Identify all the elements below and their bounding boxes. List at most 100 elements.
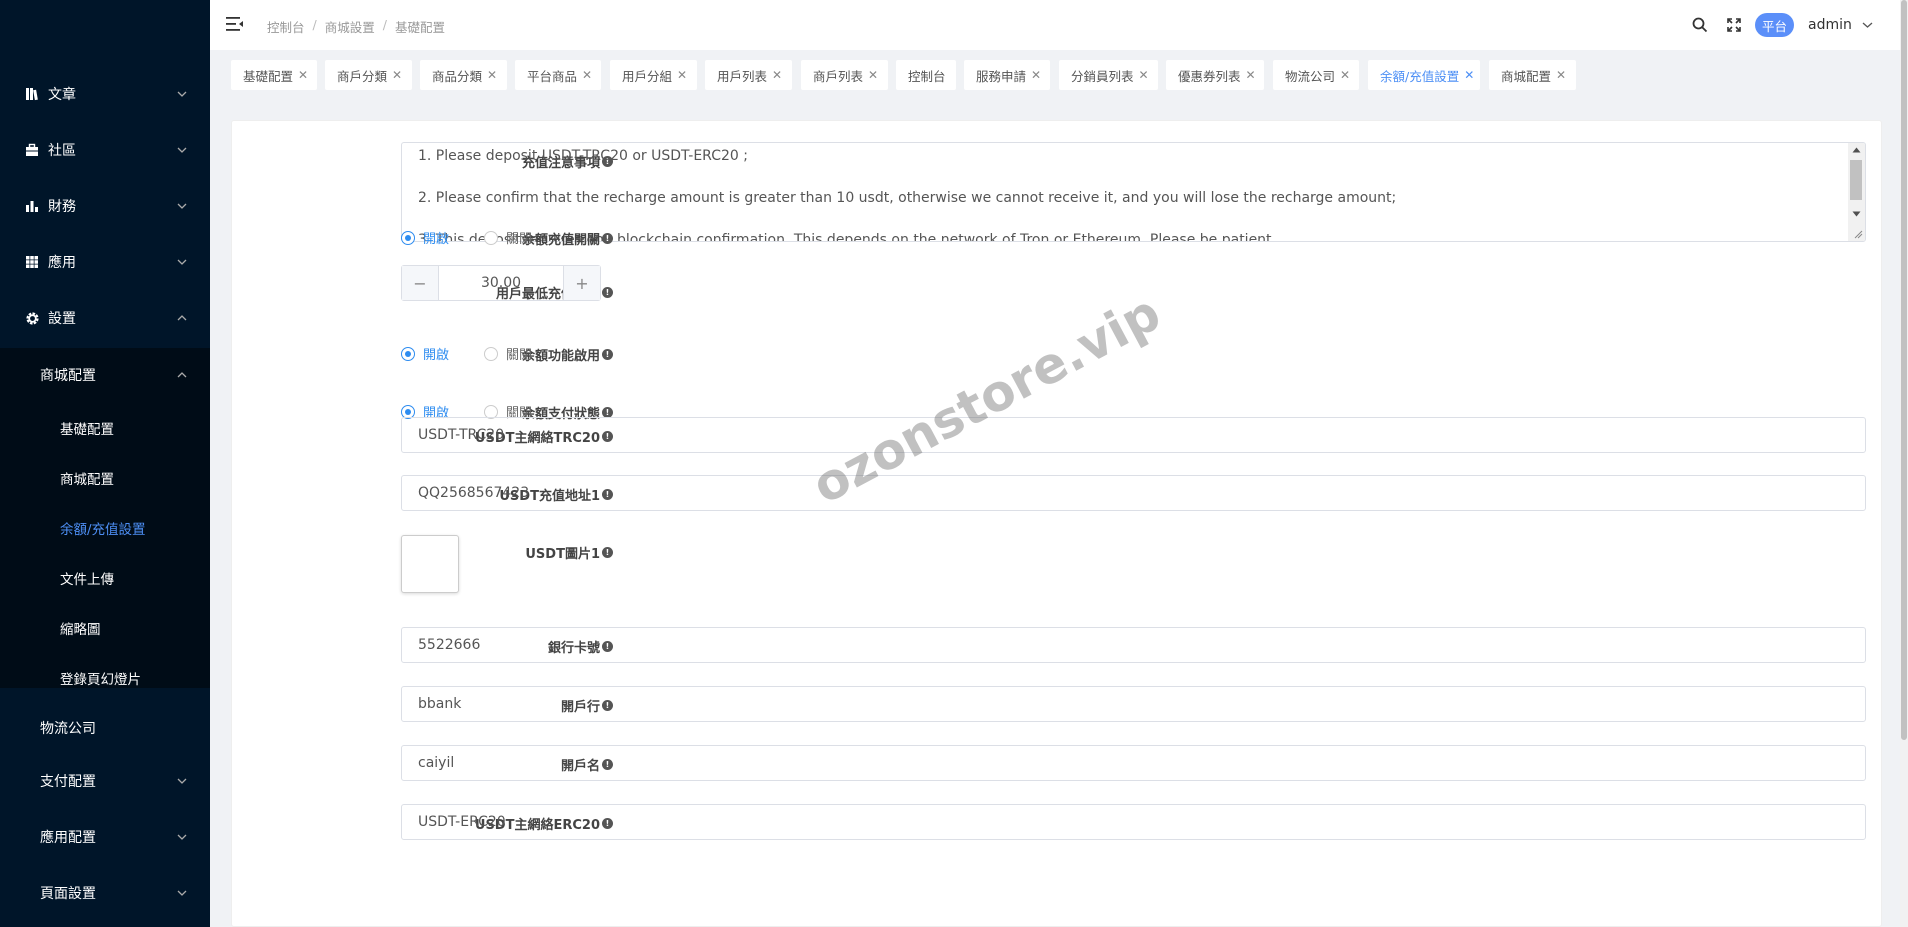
sidebar-item-balance-recharge[interactable]: 余額/充值設置 <box>0 508 210 548</box>
close-icon[interactable]: ✕ <box>677 68 687 82</box>
sidebar-item-settings[interactable]: 設置 <box>0 298 210 338</box>
help-icon[interactable]: ! <box>602 287 613 298</box>
tab-label: 分銷員列表 <box>1071 68 1134 84</box>
sidebar-item-label: 應用配置 <box>40 830 96 846</box>
account-name-input[interactable]: caiyil <box>401 745 1866 781</box>
tab-label: 控制台 <box>908 68 946 84</box>
sidebar-item-logistics[interactable]: 物流公司 <box>0 708 210 748</box>
textarea-line: 2. Please confirm that the recharge amou… <box>418 190 1397 206</box>
sidebar-item-finance[interactable]: 財務 <box>0 186 210 226</box>
chevron-down-icon <box>177 834 187 840</box>
chevron-down-icon[interactable] <box>1862 21 1873 29</box>
radio-enable[interactable]: 開啟 <box>401 344 449 363</box>
close-icon[interactable]: ✕ <box>772 68 782 82</box>
increment-button[interactable]: + <box>564 266 600 300</box>
radio-enable[interactable]: 開啟 <box>401 228 449 247</box>
sidebar-item-label: 文件上傳 <box>60 572 114 588</box>
close-icon[interactable]: ✕ <box>487 68 497 82</box>
close-icon[interactable]: ✕ <box>1464 68 1474 82</box>
quantity-stepper[interactable]: − 30.00 + <box>401 265 601 301</box>
chevron-down-icon <box>177 259 187 265</box>
search-icon[interactable] <box>1692 17 1708 33</box>
image-upload-box[interactable] <box>401 535 459 593</box>
radio-disable[interactable]: 關閉 <box>484 344 532 363</box>
close-icon[interactable]: ✕ <box>1340 68 1350 82</box>
top-header: 控制台 / 商城設置 / 基礎配置 平台 admin <box>210 0 1908 50</box>
radio-disable[interactable]: 關閉 <box>484 228 532 247</box>
scroll-up-icon[interactable] <box>1852 147 1861 153</box>
scrollbar-thumb[interactable] <box>1901 0 1907 740</box>
close-icon[interactable]: ✕ <box>1556 68 1566 82</box>
sidebar-item-thumbnail[interactable]: 縮略圖 <box>0 608 210 648</box>
breadcrumb-item[interactable]: 控制台 <box>267 17 305 36</box>
help-icon[interactable]: ! <box>602 233 613 244</box>
help-icon[interactable]: ! <box>602 547 613 558</box>
sidebar-item-label: 縮略圖 <box>60 622 101 638</box>
breadcrumb-separator: / <box>382 17 387 32</box>
sidebar-item-label: 物流公司 <box>40 721 96 737</box>
close-icon[interactable]: ✕ <box>868 68 878 82</box>
page-scrollbar[interactable] <box>1900 0 1908 927</box>
trc20-input[interactable]: USDT-TRC20 <box>401 417 1866 453</box>
chevron-down-icon <box>177 203 187 209</box>
tab-user-groups[interactable]: 用戶分組 ✕ <box>610 60 697 90</box>
resize-handle-icon[interactable] <box>1853 229 1863 239</box>
close-icon[interactable]: ✕ <box>1139 68 1149 82</box>
close-icon[interactable]: ✕ <box>392 68 402 82</box>
help-icon[interactable]: ! <box>602 349 613 360</box>
platform-badge: 平台 <box>1755 13 1794 37</box>
tab-user-list[interactable]: 用戶列表 ✕ <box>705 60 792 90</box>
close-icon[interactable]: ✕ <box>1031 68 1041 82</box>
scroll-down-icon[interactable] <box>1852 211 1861 217</box>
tab-label: 用戶分組 <box>622 68 673 84</box>
close-icon[interactable]: ✕ <box>298 68 308 82</box>
erc20-input[interactable]: USDT-ERC20 <box>401 804 1866 840</box>
address1-input[interactable]: QQ2568567423 <box>401 475 1866 511</box>
sidebar-item-app-config[interactable]: 應用配置 <box>0 817 210 857</box>
tab-coupon-list[interactable]: 優惠券列表 ✕ <box>1166 60 1264 90</box>
sidebar-item-apps[interactable]: 應用 <box>0 242 210 282</box>
user-name[interactable]: admin <box>1808 17 1852 33</box>
bank-card-input[interactable]: 5522666 <box>401 627 1866 663</box>
tab-basic-config[interactable]: 基礎配置 ✕ <box>231 60 317 90</box>
bank-input[interactable]: bbank <box>401 686 1866 722</box>
sidebar-item-login-slides[interactable]: 登錄頁幻燈片 <box>0 658 210 698</box>
sidebar-item-store-config[interactable]: 商城配置 <box>0 458 210 498</box>
sidebar-item-page-settings[interactable]: 頁面設置 <box>0 873 210 913</box>
tab-logistics[interactable]: 物流公司 ✕ <box>1273 60 1359 90</box>
menu-fold-icon[interactable] <box>226 16 244 32</box>
sidebar-item-community[interactable]: 社區 <box>0 130 210 170</box>
tab-label: 商品分類 <box>432 68 483 84</box>
sidebar: 文章 社區 財務 應用 設置 商城配置 基礎配置 商城配置 余額/充值設置 文件… <box>0 0 210 927</box>
breadcrumb-item[interactable]: 商城設置 <box>325 17 375 36</box>
tab-product-category[interactable]: 商品分類 ✕ <box>420 60 507 90</box>
breadcrumb-item: 基礎配置 <box>394 20 445 35</box>
field-label: 余額充值開關! <box>522 229 613 248</box>
tab-merchant-list[interactable]: 商戶列表 ✕ <box>801 60 888 90</box>
decrement-button[interactable]: − <box>402 266 438 300</box>
tab-balance-recharge[interactable]: 余額/充值設置 ✕ <box>1368 60 1480 90</box>
sidebar-item-file-upload[interactable]: 文件上傳 <box>0 558 210 598</box>
tab-store-config[interactable]: 商城配置 ✕ <box>1489 60 1576 90</box>
sidebar-item-payment-config[interactable]: 支付配置 <box>0 761 210 801</box>
textarea-scrollbar[interactable] <box>1848 143 1865 241</box>
sidebar-item-article[interactable]: 文章 <box>0 74 210 114</box>
sidebar-item-label: 頁面設置 <box>40 886 96 902</box>
sidebar-item-label: 商城配置 <box>60 472 114 488</box>
tab-platform-products[interactable]: 平台商品 ✕ <box>515 60 601 90</box>
sidebar-item-label: 設置 <box>48 311 76 327</box>
scrollbar-thumb[interactable] <box>1850 160 1862 200</box>
tab-label: 物流公司 <box>1285 68 1336 84</box>
amount-value[interactable]: 30.00 <box>438 266 564 300</box>
tab-distributor-list[interactable]: 分銷員列表 ✕ <box>1059 60 1158 90</box>
fullscreen-icon[interactable] <box>1727 18 1741 32</box>
notice-textarea[interactable]: 1. Please deposit USDT-TRC20 or USDT-ERC… <box>401 142 1866 242</box>
close-icon[interactable]: ✕ <box>1246 68 1256 82</box>
sidebar-item-mall-config[interactable]: 商城配置 <box>0 355 210 395</box>
tab-merchant-category[interactable]: 商戶分類 ✕ <box>325 60 412 90</box>
tab-service-requests[interactable]: 服務申請 ✕ <box>964 60 1050 90</box>
tab-dashboard[interactable]: 控制台 <box>896 60 956 90</box>
close-icon[interactable]: ✕ <box>582 68 592 82</box>
grid-icon <box>24 254 40 270</box>
sidebar-item-basic-config[interactable]: 基礎配置 <box>0 408 210 448</box>
